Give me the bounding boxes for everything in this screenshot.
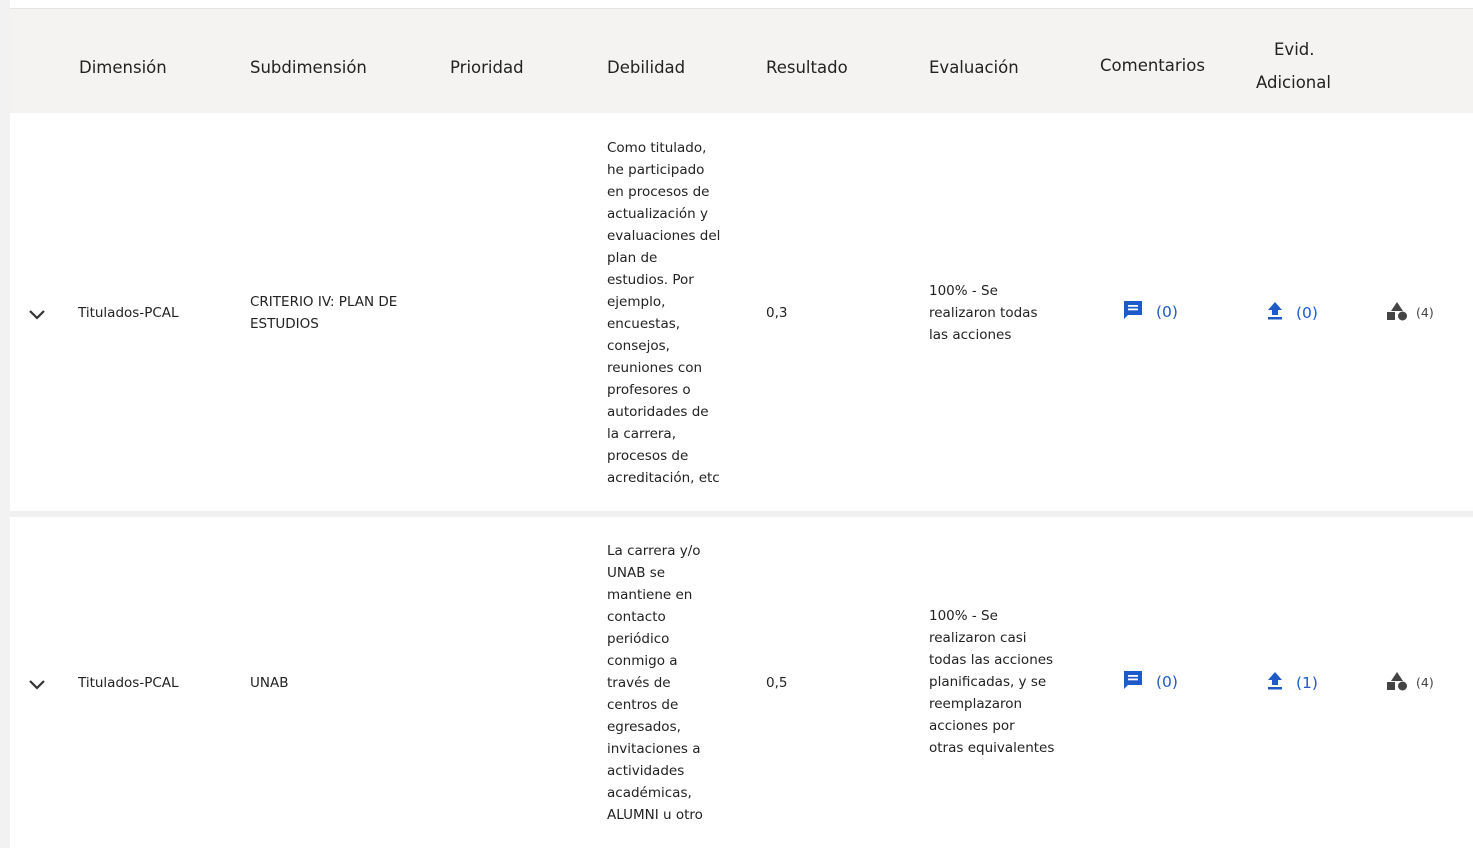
shapes-icon <box>1386 671 1408 694</box>
chevron-down-icon[interactable] <box>28 307 46 321</box>
table-row: Titulados-PCAL CRITERIO IV: PLAN DE ESTU… <box>10 113 1473 511</box>
cell-result: 0,5 <box>766 675 788 691</box>
cell-dimension: Titulados-PCAL <box>78 305 179 321</box>
cell-result: 0,3 <box>766 305 788 321</box>
cell-subdimension: UNAB <box>250 675 289 691</box>
cell-evaluation: 100% - Se realizaron todas las acciones <box>929 283 1038 343</box>
evidence-count: (0) <box>1296 304 1318 322</box>
table-header: Dimensión Subdimensión Prioridad Debilid… <box>10 9 1473 113</box>
comment-icon <box>1122 299 1144 325</box>
shapes-count: (4) <box>1416 675 1434 690</box>
evidence-upload-button[interactable]: (1) <box>1266 671 1318 695</box>
cell-evaluation: 100% - Se realizaron casi todas las acci… <box>929 608 1055 756</box>
shapes-button[interactable]: (4) <box>1386 301 1434 324</box>
header-comments[interactable]: Comentarios <box>1100 56 1205 75</box>
comments-count: (0) <box>1156 303 1178 321</box>
cell-weakness: La carrera y/o UNAB se mantiene en conta… <box>607 543 703 823</box>
table-row: Titulados-PCAL UNAB La carrera y/o UNAB … <box>10 517 1473 848</box>
upload-icon <box>1266 301 1284 325</box>
header-subdimension[interactable]: Subdimensión <box>250 58 367 77</box>
header-result[interactable]: Resultado <box>766 58 848 77</box>
cell-dimension: Titulados-PCAL <box>78 675 179 691</box>
chevron-down-icon[interactable] <box>28 677 46 691</box>
cell-weakness: Como titulado, he participado en proceso… <box>607 140 721 486</box>
evidence-count: (1) <box>1296 674 1318 692</box>
shapes-button[interactable]: (4) <box>1386 671 1434 694</box>
upload-icon <box>1266 671 1284 695</box>
header-evidence-line2[interactable]: Adicional <box>1256 73 1331 92</box>
results-table: Dimensión Subdimensión Prioridad Debilid… <box>10 0 1473 848</box>
header-evidence-line1[interactable]: Evid. <box>1274 40 1315 59</box>
shapes-count: (4) <box>1416 305 1434 320</box>
header-priority[interactable]: Prioridad <box>450 58 524 77</box>
header-weakness[interactable]: Debilidad <box>607 58 685 77</box>
comments-button[interactable]: (0) <box>1122 669 1178 695</box>
table-top-border <box>10 0 1473 9</box>
header-evaluation[interactable]: Evaluación <box>929 58 1019 77</box>
comments-button[interactable]: (0) <box>1122 299 1178 325</box>
shapes-icon <box>1386 301 1408 324</box>
header-dimension[interactable]: Dimensión <box>79 58 167 77</box>
comments-count: (0) <box>1156 673 1178 691</box>
evidence-upload-button[interactable]: (0) <box>1266 301 1318 325</box>
cell-subdimension: CRITERIO IV: PLAN DE ESTUDIOS <box>250 294 398 332</box>
comment-icon <box>1122 669 1144 695</box>
